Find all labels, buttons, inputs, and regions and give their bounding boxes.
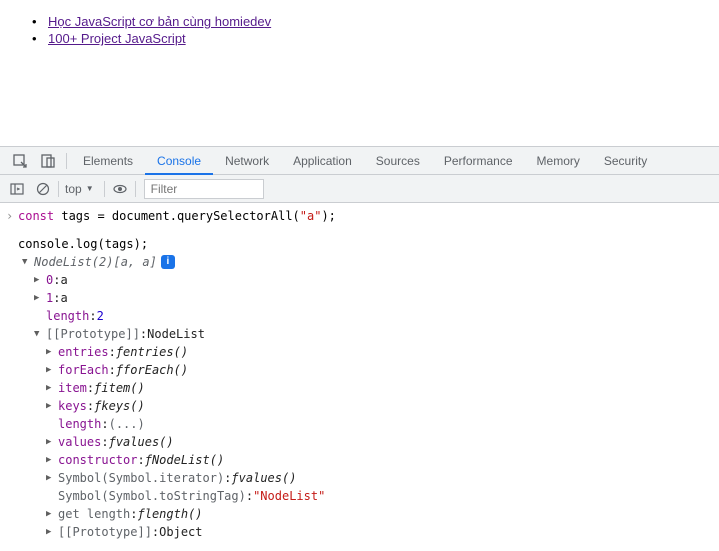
code-line: console.log(tags); — [18, 235, 148, 253]
tree-item[interactable]: 1: a — [34, 289, 719, 307]
separator — [104, 181, 105, 197]
tab-security[interactable]: Security — [592, 147, 659, 175]
separator — [58, 181, 59, 197]
tree-item[interactable]: Symbol(Symbol.iterator): ƒ values() — [46, 469, 719, 487]
code-line: const tags = document.querySelectorAll("… — [18, 207, 336, 225]
sidebar-toggle-icon[interactable] — [4, 175, 30, 203]
tab-network[interactable]: Network — [213, 147, 281, 175]
tree-item[interactable]: entries: ƒ entries() — [46, 343, 719, 361]
tree-item[interactable]: [[Prototype]]: Object — [46, 523, 719, 541]
tab-application[interactable]: Application — [281, 147, 364, 175]
tree-item[interactable]: get length: ƒ length() — [46, 505, 719, 523]
page-link[interactable]: Học JavaScript cơ bản cùng homiedev — [48, 14, 271, 29]
tab-elements[interactable]: Elements — [71, 147, 145, 175]
tab-memory[interactable]: Memory — [525, 147, 592, 175]
list-item: Học JavaScript cơ bản cùng homiedev — [48, 14, 719, 29]
tab-sources[interactable]: Sources — [364, 147, 432, 175]
page-link[interactable]: 100+ Project JavaScript — [48, 31, 186, 46]
inspect-icon[interactable] — [6, 147, 34, 175]
page-content: Học JavaScript cơ bản cùng homiedev 100+… — [0, 0, 719, 46]
live-expression-icon[interactable] — [107, 175, 133, 203]
tree-item[interactable]: length: 2 — [34, 307, 719, 325]
separator — [135, 181, 136, 197]
list-item: 100+ Project JavaScript — [48, 31, 719, 46]
link-list: Học JavaScript cơ bản cùng homiedev 100+… — [0, 14, 719, 46]
console-toolbar: top — [0, 175, 719, 203]
tree-item[interactable]: item: ƒ item() — [46, 379, 719, 397]
tab-console[interactable]: Console — [145, 147, 213, 175]
clear-console-icon[interactable] — [30, 175, 56, 203]
separator — [66, 153, 67, 169]
filter-input[interactable] — [144, 179, 264, 199]
tree-item[interactable]: values: ƒ values() — [46, 433, 719, 451]
tree-item[interactable]: keys: ƒ keys() — [46, 397, 719, 415]
console-log-row: console.log(tags); — [0, 235, 719, 253]
prototype-item[interactable]: [[Prototype]]: NodeList — [34, 325, 719, 343]
tree-item[interactable]: constructor: ƒ NodeList() — [46, 451, 719, 469]
device-toggle-icon[interactable] — [34, 147, 62, 175]
console-input-row: › const tags = document.querySelectorAll… — [0, 207, 719, 225]
devtools-panel: Elements Console Network Application Sou… — [0, 146, 719, 551]
tree-item[interactable]: 0: a — [34, 271, 719, 289]
context-selector[interactable]: top — [61, 182, 102, 196]
info-icon[interactable]: i — [161, 255, 175, 269]
nodelist-root[interactable]: NodeList(2) [a, a] i — [22, 253, 719, 271]
prompt-icon: › — [6, 207, 18, 225]
console-output: › const tags = document.querySelectorAll… — [0, 203, 719, 545]
tab-performance[interactable]: Performance — [432, 147, 525, 175]
object-tree: NodeList(2) [a, a] i 0: a 1: a length: 2… — [0, 253, 719, 541]
tree-item[interactable]: forEach: ƒ forEach() — [46, 361, 719, 379]
tree-item[interactable]: Symbol(Symbol.toStringTag): "NodeList" — [46, 487, 719, 505]
devtools-tabbar: Elements Console Network Application Sou… — [0, 147, 719, 175]
tree-item[interactable]: length: (...) — [46, 415, 719, 433]
